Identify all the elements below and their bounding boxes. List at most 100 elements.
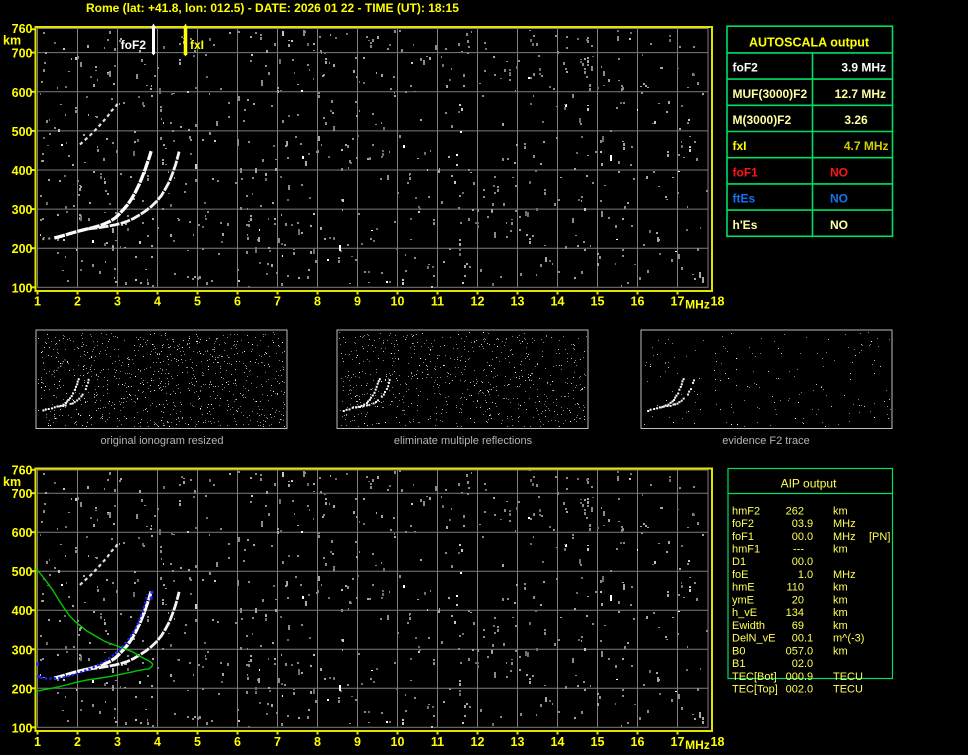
svg-text:200: 200 [12, 242, 33, 256]
svg-text:17: 17 [671, 295, 685, 309]
svg-text:700: 700 [12, 47, 33, 61]
svg-text:km: km [833, 505, 848, 517]
svg-text:1: 1 [34, 735, 41, 749]
svg-text:3: 3 [114, 295, 121, 309]
svg-text:---: --- [793, 544, 804, 556]
svg-text:.0: .0 [804, 531, 813, 543]
svg-text:11: 11 [431, 735, 444, 749]
svg-text:fxI: fxI [733, 139, 747, 153]
svg-text:600: 600 [12, 86, 33, 100]
svg-text:.0: .0 [804, 684, 813, 696]
svg-text:00: 00 [792, 531, 804, 543]
svg-text:2: 2 [74, 295, 81, 309]
svg-text:hmE: hmE [732, 582, 755, 594]
svg-text:NO: NO [830, 192, 848, 206]
svg-text:13: 13 [511, 295, 525, 309]
svg-text:Ewidth: Ewidth [732, 620, 765, 632]
svg-text:AIP output: AIP output [781, 477, 837, 491]
svg-text:NO: NO [830, 165, 848, 179]
svg-text:.9: .9 [804, 518, 813, 530]
svg-text:1: 1 [34, 295, 41, 309]
svg-text:Rome (lat: +41.8, lon: 012.5): Rome (lat: +41.8, lon: 012.5) - DATE: 20… [86, 1, 459, 15]
svg-text:000: 000 [786, 671, 804, 683]
svg-text:02: 02 [792, 658, 804, 670]
svg-text:AUTOSCALA output: AUTOSCALA output [749, 36, 870, 50]
svg-text:500: 500 [12, 565, 33, 579]
svg-text:12: 12 [471, 295, 485, 309]
svg-text:MHz: MHz [833, 531, 856, 543]
svg-text:hmF1: hmF1 [732, 544, 760, 556]
svg-text:400: 400 [12, 604, 33, 618]
svg-text:15: 15 [591, 295, 605, 309]
svg-text:300: 300 [12, 643, 33, 657]
svg-text:13: 13 [511, 735, 525, 749]
svg-text:foF2: foF2 [733, 61, 759, 75]
svg-text:10: 10 [391, 295, 405, 309]
svg-text:km: km [833, 620, 848, 632]
svg-text:5: 5 [194, 295, 201, 309]
svg-text:fxI: fxI [190, 38, 204, 52]
svg-text:3.26: 3.26 [844, 113, 868, 127]
svg-text:ymE: ymE [732, 594, 754, 606]
svg-text:400: 400 [12, 164, 33, 178]
svg-text:8: 8 [314, 735, 321, 749]
svg-text:.0: .0 [804, 645, 813, 657]
svg-text:15: 15 [591, 735, 605, 749]
svg-text:.1: .1 [804, 633, 813, 645]
svg-text:16: 16 [631, 295, 645, 309]
svg-text:TECU: TECU [833, 684, 863, 696]
svg-text:14: 14 [551, 295, 565, 309]
svg-text:MHz: MHz [685, 298, 710, 312]
svg-text:110: 110 [786, 582, 804, 594]
svg-text:.0: .0 [804, 556, 813, 568]
svg-text:00: 00 [792, 556, 804, 568]
svg-text:9: 9 [354, 295, 361, 309]
svg-text:3.9 MHz: 3.9 MHz [841, 61, 886, 75]
svg-text:18: 18 [711, 295, 725, 309]
svg-text:03: 03 [792, 518, 804, 530]
svg-text:km: km [833, 645, 848, 657]
svg-text:km: km [833, 582, 848, 594]
svg-text:5: 5 [194, 735, 201, 749]
svg-text:500: 500 [12, 125, 33, 139]
svg-text:TEC[Bot]: TEC[Bot] [732, 671, 777, 683]
svg-text:4: 4 [154, 735, 161, 749]
svg-text:20: 20 [792, 594, 804, 606]
svg-text:NO: NO [830, 218, 848, 232]
svg-text:[PN]: [PN] [869, 531, 890, 543]
svg-text:17: 17 [671, 735, 685, 749]
svg-text:6: 6 [234, 295, 241, 309]
svg-text:evidence F2 trace: evidence F2 trace [722, 435, 809, 447]
svg-text:B1: B1 [732, 658, 745, 670]
svg-text:TECU: TECU [833, 671, 863, 683]
svg-text:original ionogram resized: original ionogram resized [101, 435, 224, 447]
svg-text:11: 11 [431, 295, 444, 309]
svg-text:eliminate multiple reflections: eliminate multiple reflections [394, 435, 533, 447]
svg-text:600: 600 [12, 526, 33, 540]
svg-text:foF2: foF2 [121, 38, 147, 52]
svg-text:100: 100 [12, 281, 33, 295]
svg-text:M(3000)F2: M(3000)F2 [733, 113, 792, 127]
svg-text:foF1: foF1 [733, 165, 759, 179]
svg-text:69: 69 [792, 620, 804, 632]
svg-text:12: 12 [471, 735, 485, 749]
svg-text:km: km [833, 607, 848, 619]
svg-text:D1: D1 [732, 556, 746, 568]
svg-text:057: 057 [786, 645, 804, 657]
svg-text:200: 200 [12, 682, 33, 696]
svg-text:700: 700 [12, 487, 33, 501]
svg-text:300: 300 [12, 203, 33, 217]
svg-text:10: 10 [391, 735, 405, 749]
svg-text:00: 00 [792, 633, 804, 645]
svg-text:.0: .0 [804, 658, 813, 670]
svg-text:MHz: MHz [833, 518, 856, 530]
svg-text:MUF(3000)F2: MUF(3000)F2 [733, 87, 808, 101]
svg-text:18: 18 [711, 735, 725, 749]
svg-text:km: km [3, 34, 21, 48]
svg-text:7: 7 [274, 735, 281, 749]
svg-text:14: 14 [551, 735, 565, 749]
svg-text:h'Es: h'Es [733, 218, 758, 232]
svg-text:MHz: MHz [685, 738, 710, 752]
svg-text:7: 7 [274, 295, 281, 309]
svg-text:foE: foE [732, 569, 749, 581]
